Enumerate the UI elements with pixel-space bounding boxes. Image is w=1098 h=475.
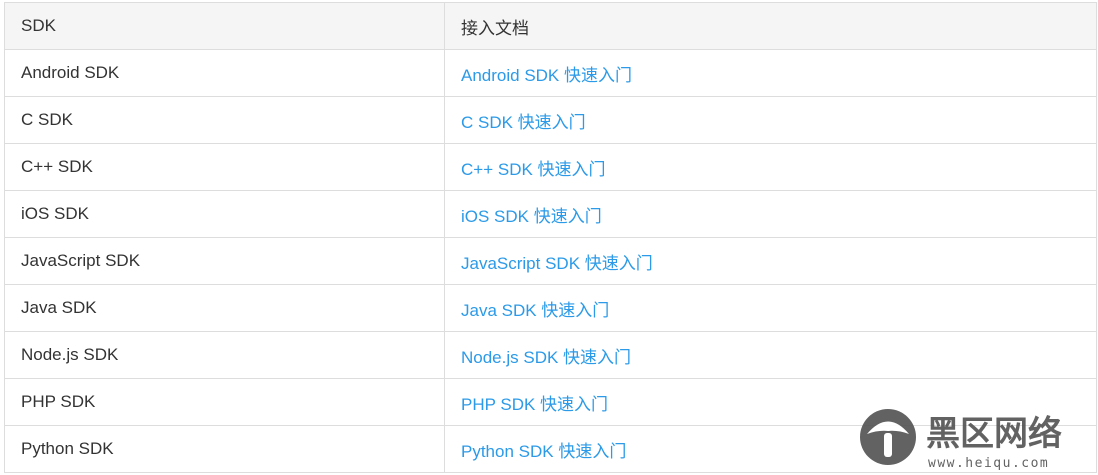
sdk-name-cell: iOS SDK	[4, 190, 445, 238]
sdk-name-cell: Android SDK	[4, 49, 445, 97]
doc-cell: PHP SDK 快速入门	[444, 378, 1097, 426]
sdk-table: SDK 接入文档 Android SDK Android SDK 快速入门 C …	[4, 2, 1097, 473]
table-row: C++ SDK C++ SDK 快速入门	[4, 143, 1097, 191]
doc-cell: iOS SDK 快速入门	[444, 190, 1097, 238]
sdk-name-cell: Python SDK	[4, 425, 445, 473]
doc-cell: Java SDK 快速入门	[444, 284, 1097, 332]
doc-cell: Node.js SDK 快速入门	[444, 331, 1097, 379]
doc-link-cpp[interactable]: C++ SDK 快速入门	[461, 160, 606, 179]
doc-link-nodejs[interactable]: Node.js SDK 快速入门	[461, 348, 631, 367]
table-row: JavaScript SDK JavaScript SDK 快速入门	[4, 237, 1097, 285]
sdk-name-cell: C++ SDK	[4, 143, 445, 191]
table-row: Python SDK Python SDK 快速入门	[4, 425, 1097, 473]
doc-cell: C SDK 快速入门	[444, 96, 1097, 144]
sdk-name-cell: C SDK	[4, 96, 445, 144]
table-header: SDK 接入文档	[4, 2, 1097, 50]
table-body: Android SDK Android SDK 快速入门 C SDK C SDK…	[4, 49, 1097, 473]
table-row: Node.js SDK Node.js SDK 快速入门	[4, 331, 1097, 379]
sdk-name-cell: Java SDK	[4, 284, 445, 332]
column-header-docs: 接入文档	[444, 2, 1097, 50]
doc-link-java[interactable]: Java SDK 快速入门	[461, 301, 609, 320]
doc-link-python[interactable]: Python SDK 快速入门	[461, 442, 626, 461]
sdk-name-cell: JavaScript SDK	[4, 237, 445, 285]
table-row: PHP SDK PHP SDK 快速入门	[4, 378, 1097, 426]
sdk-name-cell: Node.js SDK	[4, 331, 445, 379]
doc-link-javascript[interactable]: JavaScript SDK 快速入门	[461, 254, 653, 273]
table-row: C SDK C SDK 快速入门	[4, 96, 1097, 144]
doc-cell: C++ SDK 快速入门	[444, 143, 1097, 191]
doc-link-php[interactable]: PHP SDK 快速入门	[461, 395, 608, 414]
column-header-sdk: SDK	[4, 2, 445, 50]
sdk-name-cell: PHP SDK	[4, 378, 445, 426]
doc-link-ios[interactable]: iOS SDK 快速入门	[461, 207, 602, 226]
doc-link-c[interactable]: C SDK 快速入门	[461, 113, 586, 132]
table-row: Android SDK Android SDK 快速入门	[4, 49, 1097, 97]
table-row: iOS SDK iOS SDK 快速入门	[4, 190, 1097, 238]
doc-cell: Python SDK 快速入门	[444, 425, 1097, 473]
header-row: SDK 接入文档	[4, 2, 1097, 50]
table-row: Java SDK Java SDK 快速入门	[4, 284, 1097, 332]
doc-cell: Android SDK 快速入门	[444, 49, 1097, 97]
doc-link-android[interactable]: Android SDK 快速入门	[461, 66, 632, 85]
doc-cell: JavaScript SDK 快速入门	[444, 237, 1097, 285]
